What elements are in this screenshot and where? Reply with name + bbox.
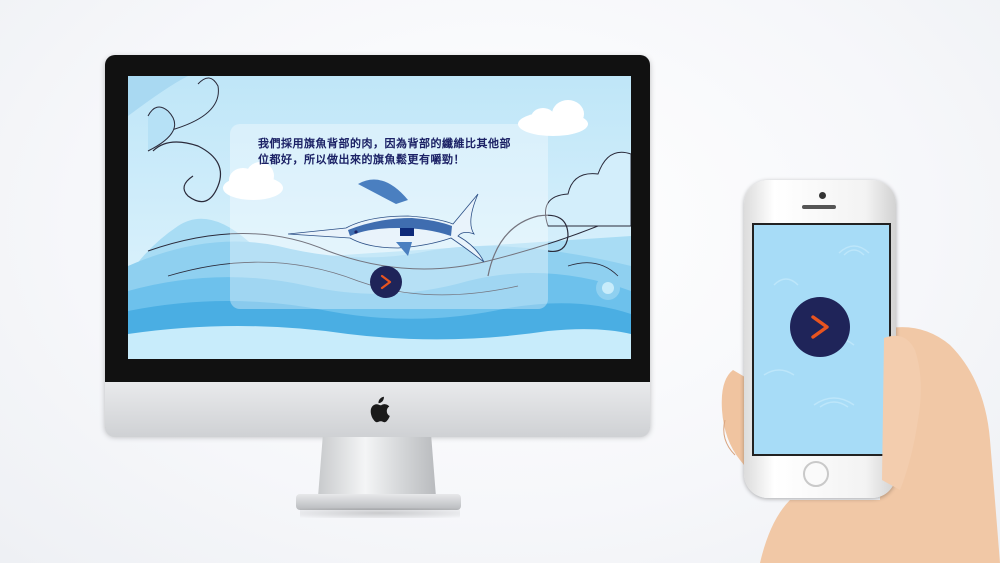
thumb-illustration	[882, 335, 921, 490]
